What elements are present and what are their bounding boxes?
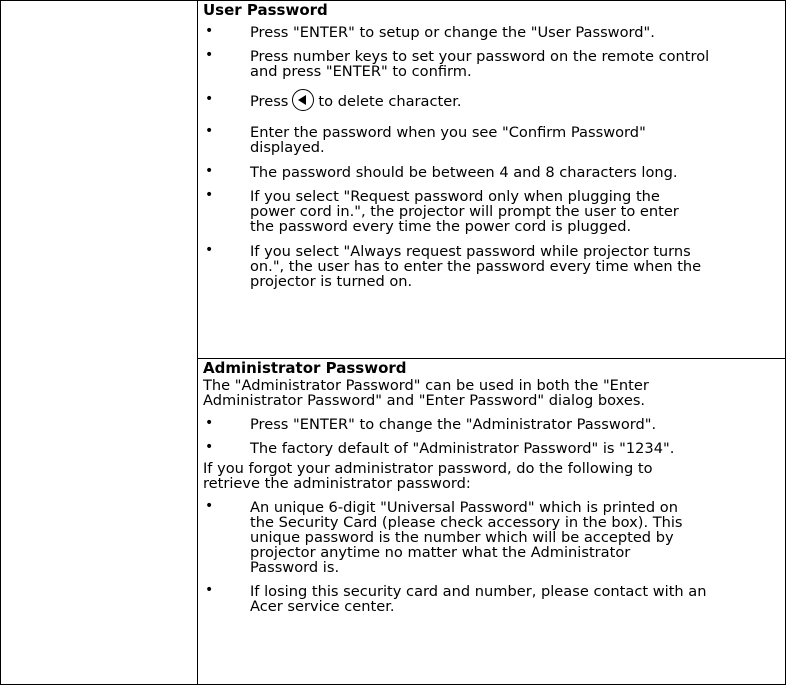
bullet-text: If you select "Request password only whe…	[250, 188, 660, 205]
bullet-text: displayed.	[250, 139, 325, 156]
list-item: • If you select "Always request password…	[203, 242, 781, 290]
column-divider	[197, 0, 198, 685]
bullet-text: The password should be between 4 and 8 c…	[250, 164, 678, 181]
bullet-icon: •	[205, 498, 214, 514]
bullet-text: Acer service center.	[250, 598, 395, 615]
bullet-icon: •	[205, 123, 214, 139]
bullet-icon: •	[205, 91, 214, 107]
list-item: • The password should be between 4 and 8…	[203, 163, 781, 181]
bullet-text: to delete character.	[318, 93, 462, 110]
bullet-icon: •	[205, 47, 214, 63]
bullet-text: on.", the user has to enter the password…	[250, 258, 702, 275]
bullet-text: projector anytime no matter what the Adm…	[250, 544, 631, 561]
bullet-icon: •	[205, 582, 214, 598]
list-item: • Press number keys to set your password…	[203, 47, 781, 80]
user-password-heading: User Password	[203, 1, 328, 19]
admin-intro-text: The "Administrator Password" can be used…	[203, 377, 649, 409]
bullet-text: Press "ENTER" to setup or change the "Us…	[250, 24, 655, 41]
bullet-text: The factory default of "Administrator Pa…	[250, 440, 675, 457]
bullet-text: If you select "Always request password w…	[250, 243, 691, 260]
bullet-text: projector is turned on.	[250, 273, 413, 290]
bullet-icon: •	[205, 23, 214, 39]
bullet-icon: •	[205, 415, 214, 431]
bullet-icon: •	[205, 242, 214, 258]
bullet-text: Press number keys to set your password o…	[250, 48, 710, 65]
list-item: • Press to delete character.	[203, 89, 781, 111]
bullet-icon: •	[205, 163, 214, 179]
bullet-text: and press "ENTER" to confirm.	[250, 63, 472, 80]
list-item: • The factory default of "Administrator …	[203, 439, 781, 457]
bullet-text: unique password is the number which will…	[250, 529, 674, 546]
forgot-password-text: If you forgot your administrator passwor…	[203, 460, 653, 492]
bullet-icon: •	[205, 439, 214, 455]
list-item: • If you select "Request password only w…	[203, 187, 781, 235]
bullet-text: If losing this security card and number,…	[250, 583, 707, 600]
bullet-text: An unique 6-digit "Universal Password" w…	[250, 499, 678, 516]
bullet-text: the Security Card (please check accessor…	[250, 514, 683, 531]
bullet-text: Password is.	[250, 559, 340, 576]
list-item: • Press "ENTER" to change the "Administr…	[203, 415, 781, 433]
bullet-text: Enter the password when you see "Confirm…	[250, 124, 646, 141]
administrator-password-heading: Administrator Password	[203, 359, 407, 377]
bullet-text: the password every time the power cord i…	[250, 218, 632, 235]
bullet-text: power cord in.", the projector will prom…	[250, 203, 679, 220]
list-item: • Enter the password when you see "Confi…	[203, 123, 781, 156]
list-item: • Press "ENTER" to setup or change the "…	[203, 23, 781, 41]
list-item: • If losing this security card and numbe…	[203, 582, 781, 615]
list-item: • An unique 6-digit "Universal Password"…	[203, 498, 781, 576]
left-arrow-key-icon	[292, 89, 315, 111]
bullet-text: Press "ENTER" to change the "Administrat…	[250, 416, 657, 433]
administrator-password-cell: Administrator Password The "Administrato…	[203, 359, 781, 614]
bullet-icon: •	[205, 187, 214, 203]
bullet-text: Press	[250, 93, 289, 110]
user-password-cell: User Password • Press "ENTER" to setup o…	[203, 1, 781, 289]
